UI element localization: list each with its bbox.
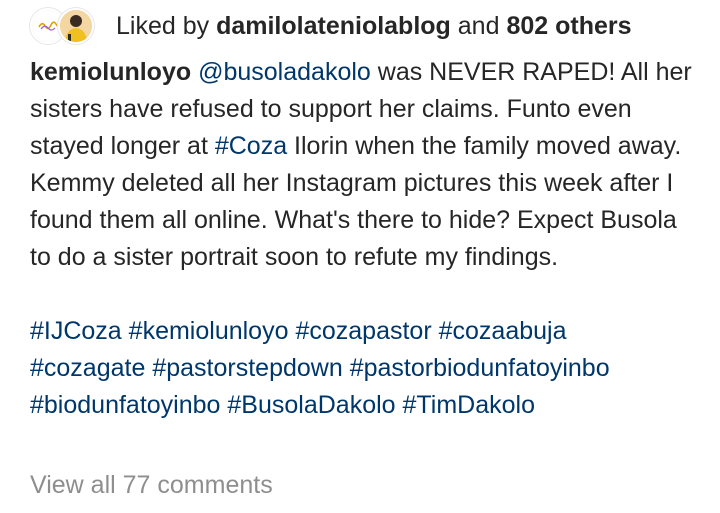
liker-avatars[interactable] bbox=[30, 4, 100, 48]
likes-conjunction: and bbox=[457, 12, 500, 40]
hashtag-link[interactable]: #cozagate bbox=[30, 354, 145, 382]
hashtag-link[interactable]: #pastorbiodunfatoyinbo bbox=[350, 354, 610, 382]
hashtag-link[interactable]: #pastorstepdown bbox=[152, 354, 342, 382]
mention-link[interactable]: @busoladakolo bbox=[198, 58, 371, 86]
hashtag-link[interactable]: #biodunfatoyinbo bbox=[30, 391, 220, 419]
author-username[interactable]: kemiolunloyo bbox=[30, 58, 191, 86]
hashtag-link[interactable]: #BusolaDakolo bbox=[227, 391, 395, 419]
hashtag-link[interactable]: #Coza bbox=[215, 132, 287, 160]
hashtag-line: #cozagate #pastorstepdown #pastorbiodunf… bbox=[30, 350, 700, 387]
post-caption: kemiolunloyo @busoladakolo was NEVER RAP… bbox=[30, 54, 700, 424]
likes-count-link[interactable]: 802 others bbox=[506, 12, 631, 40]
avatar[interactable] bbox=[58, 8, 94, 44]
hashtag-line: #biodunfatoyinbo #BusolaDakolo #TimDakol… bbox=[30, 387, 700, 424]
view-all-comments-link[interactable]: View all 77 comments bbox=[30, 467, 273, 504]
user-photo-icon bbox=[60, 10, 92, 42]
likes-prefix: Liked by bbox=[116, 12, 210, 40]
likes-row: Liked by damilolateniolablog and 802 oth… bbox=[30, 4, 632, 48]
hashtag-line: #IJCoza #kemiolunloyo #cozapastor #cozaa… bbox=[30, 313, 700, 350]
hashtag-link[interactable]: #cozapastor bbox=[295, 317, 431, 345]
hashtag-link[interactable]: #cozaabuja bbox=[439, 317, 567, 345]
hashtag-link[interactable]: #kemiolunloyo bbox=[129, 317, 289, 345]
hashtag-link[interactable]: #IJCoza bbox=[30, 317, 122, 345]
caption-text: kemiolunloyo @busoladakolo was NEVER RAP… bbox=[30, 54, 700, 276]
likes-summary: Liked by damilolateniolablog and 802 oth… bbox=[116, 11, 632, 41]
hashtag-block: #IJCoza #kemiolunloyo #cozapastor #cozaa… bbox=[30, 313, 700, 424]
hashtag-link[interactable]: #TimDakolo bbox=[403, 391, 535, 419]
liker-username[interactable]: damilolateniolablog bbox=[216, 12, 451, 40]
